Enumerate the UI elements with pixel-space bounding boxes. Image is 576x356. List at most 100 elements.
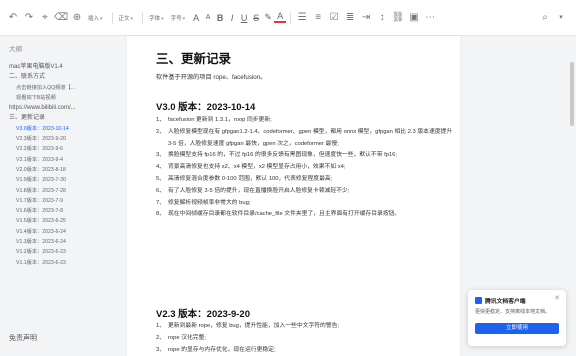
changelog-item: 2、 rope 汉化完整;: [156, 333, 454, 345]
outline-item[interactable]: 二、联系方式: [0, 72, 112, 82]
highlight-icon[interactable]: ✎: [262, 12, 274, 23]
font-size-label: 字号: [170, 15, 182, 22]
toolbar-right: ⌕ ▾: [538, 11, 570, 25]
changelog-item: 2、 人脸修复模型现在有 gfpgan1.2-1.4、codeformer、gpe…: [156, 127, 454, 151]
changelog-item: 5、 高清修复混合度参数 0-100 范围，默认 100，代表修复程度最高;: [156, 174, 454, 186]
undo-icon[interactable]: ↶: [6, 11, 20, 25]
font-size-dropdown[interactable]: 字号▾: [169, 14, 188, 22]
version-heading: V3.0 版本：2023-10-14: [156, 102, 256, 113]
outline-item[interactable]: https://www.bilibili.com/...: [0, 103, 112, 113]
font-dropdown[interactable]: 字体▾: [147, 14, 166, 22]
item-text: 更新到最新 rope，修复 bug，提升性能，加入一些中文字符的警告;: [168, 323, 340, 329]
outline-item[interactable]: V1.1版本：2023-6-23: [0, 258, 112, 268]
changelog-item: 1、 facefusion 更新到 1.3.1，roop 同步更新;: [156, 115, 454, 127]
item-number: 8、: [156, 211, 166, 218]
outline-item[interactable]: V2.2版本：2023-9-6: [0, 144, 112, 154]
outline-item[interactable]: 三、更新记录: [0, 113, 112, 123]
indent-icon[interactable]: ⇥: [359, 11, 373, 25]
section-heading: 三、更新记录: [156, 52, 232, 66]
item-text: facefusion 更新到 1.3.1，roop 同步更新;: [168, 117, 272, 123]
clear-format-icon[interactable]: ⌫: [54, 11, 68, 25]
strikethrough-icon[interactable]: S: [250, 13, 262, 23]
popup-title: 腾讯文档客户端: [485, 299, 526, 305]
intro-paragraph: 软件基于开源的项目 rope、facefusion。: [156, 74, 267, 81]
ordered-list-icon[interactable]: ☰: [295, 11, 309, 25]
item-number: 4、: [156, 164, 166, 171]
outline-item[interactable]: V2.0版本：2023-8-18: [0, 165, 112, 175]
scrollbar-thumb[interactable]: [570, 62, 574, 126]
italic-icon[interactable]: I: [226, 13, 238, 23]
insert-icon[interactable]: ⊕: [70, 11, 84, 25]
item-text: 背景高清修复也支持 x2、x4 模型，x2 模型显存占用小，效果不如 x4;: [168, 164, 346, 171]
changelog-list: 1、 更新到最新 rope，修复 bug，提升性能，加入一些中文字符的警告; 2、 r…: [156, 321, 454, 356]
increase-font-icon[interactable]: A: [190, 13, 202, 23]
changelog-item: 6、 有了人脸修复 3-5 倍的提升，现在直播换脸开启人脸修复卡顿减轻不少;: [156, 186, 454, 198]
item-number: 3、: [156, 152, 166, 159]
outline-item[interactable]: mac苹果电脑版V1.4: [0, 62, 112, 72]
popup-description: 更快更稳定、支持离线本地文档。: [475, 309, 551, 315]
outline-item[interactable]: V1.4版本：2023-6-24: [0, 227, 112, 237]
item-text: 人脸修复模型现在有 gfpgan1.2-1.4、codeformer、gpen …: [168, 128, 453, 147]
item-number: 5、: [156, 175, 166, 182]
paragraph-style-label: 正文: [118, 15, 130, 22]
paragraph-style-dropdown[interactable]: 正文▾: [117, 14, 136, 22]
item-text: rope 的显存与内存优化，现在运行更稳定;: [168, 346, 276, 353]
outline-item[interactable]: V2.3版本：2023-9-20: [0, 134, 112, 144]
outline-item[interactable]: V1.3版本：2023-6-24: [0, 237, 112, 247]
item-text: 修复解析视频帧率非常大的 bug;: [168, 199, 251, 206]
item-text: 高清修复混合度参数 0-100 范围，默认 100，代表修复程度最高;: [168, 175, 333, 182]
font-color-icon[interactable]: A: [274, 12, 287, 23]
outline-item[interactable]: 观看如下B站视频: [0, 93, 112, 103]
outline-item[interactable]: V1.2版本：2023-6-23: [0, 247, 112, 257]
version-heading: V2.3 版本：2023-9-20: [156, 309, 250, 320]
outline-item[interactable]: V1.7版本：2023-7-9: [0, 196, 112, 206]
item-text: 换脸模型支持 fp16 的，不过 fp16 的很多反馈有黑图现象，但速度快一些，…: [168, 152, 398, 159]
document-page: 三、更新记录 软件基于开源的项目 rope、facefusion。 V3.0 版…: [127, 36, 460, 356]
format-painter-icon[interactable]: ⌖: [38, 11, 52, 25]
redo-icon[interactable]: ↷: [22, 11, 36, 25]
line-spacing-icon[interactable]: ↕: [375, 11, 389, 25]
underline-icon[interactable]: U: [238, 13, 250, 23]
close-icon[interactable]: ✕: [554, 294, 560, 302]
outline-sidebar: 大纲 mac苹果电脑版V1.4 二、联系方式 点击链接加入QQ频道【... 观看如下B…: [0, 36, 112, 356]
item-number: 3、: [156, 346, 166, 353]
outline-item[interactable]: 点击链接加入QQ频道【...: [0, 83, 112, 93]
outline-item[interactable]: V1.5版本：2023-6-25: [0, 216, 112, 226]
search-icon[interactable]: ⌕: [538, 11, 552, 25]
link-icon[interactable]: ⛓: [391, 11, 405, 25]
outline-item-disclaimer[interactable]: 免责声明: [9, 333, 37, 343]
outline-item[interactable]: V3.0版本：2023-10-14: [0, 124, 112, 134]
insert-dropdown[interactable]: 插入▾: [86, 14, 105, 22]
image-icon[interactable]: ▣: [407, 11, 421, 25]
outline-title: 大纲: [9, 46, 22, 53]
outline-item[interactable]: V1.6版本：2023-7-8: [0, 206, 112, 216]
editor-toolbar: ↶ ↷ ⌖ ⌫ ⊕ 插入▾ 正文▾ 字体▾ 字号▾ A A B I U S ✎ …: [0, 0, 576, 36]
client-promo-popup: 腾讯文档客户端 ✕ 更快更稳定、支持离线本地文档。 立即使用: [468, 290, 566, 346]
more-icon[interactable]: ⋯: [423, 11, 437, 25]
tencent-docs-logo-icon: [475, 297, 482, 304]
font-label: 字体: [149, 15, 161, 22]
item-number: 1、: [156, 117, 166, 123]
align-icon[interactable]: ≣: [343, 11, 357, 25]
toolbar-divider: [142, 11, 144, 24]
item-number: 7、: [156, 199, 166, 206]
changelog-item: 4、 背景高清修复也支持 x2、x4 模型，x2 模型显存占用小，效果不如 x4;: [156, 162, 454, 174]
outline-item[interactable]: V1.8版本：2023-7-28: [0, 186, 112, 196]
insert-label: 插入: [88, 15, 100, 22]
changelog-item: 8、 现在中间帧缓存目录都在软件目录/cache_file 文件夹里了，且主界面有…: [156, 209, 454, 221]
decrease-font-icon[interactable]: A: [202, 14, 214, 21]
checklist-icon[interactable]: ☑: [327, 11, 341, 25]
chevron-down-icon[interactable]: ▾: [554, 11, 568, 25]
use-now-button[interactable]: 立即使用: [475, 323, 559, 334]
outline-item[interactable]: V2.1版本：2023-9-4: [0, 155, 112, 165]
changelog-item: 3、 换脸模型支持 fp16 的，不过 fp16 的很多反馈有黑图现象，但速度快一…: [156, 150, 454, 162]
bullet-list-icon[interactable]: ≡: [311, 11, 325, 25]
outline-item[interactable]: V1.9版本：2023-7-30: [0, 175, 112, 185]
item-text: 有了人脸修复 3-5 倍的提升，现在直播换脸开启人脸修复卡顿减轻不少;: [168, 187, 350, 194]
item-text: 现在中间帧缓存目录都在软件目录/cache_file 文件夹里了，且主界面有打开…: [168, 211, 401, 218]
item-number: 1、: [156, 323, 166, 329]
changelog-item: 3、 rope 的显存与内存优化，现在运行更稳定;: [156, 345, 454, 356]
bold-icon[interactable]: B: [214, 13, 226, 23]
outline-list: mac苹果电脑版V1.4 二、联系方式 点击链接加入QQ频道【... 观看如下B站视频…: [0, 62, 112, 268]
item-number: 2、: [156, 334, 166, 341]
